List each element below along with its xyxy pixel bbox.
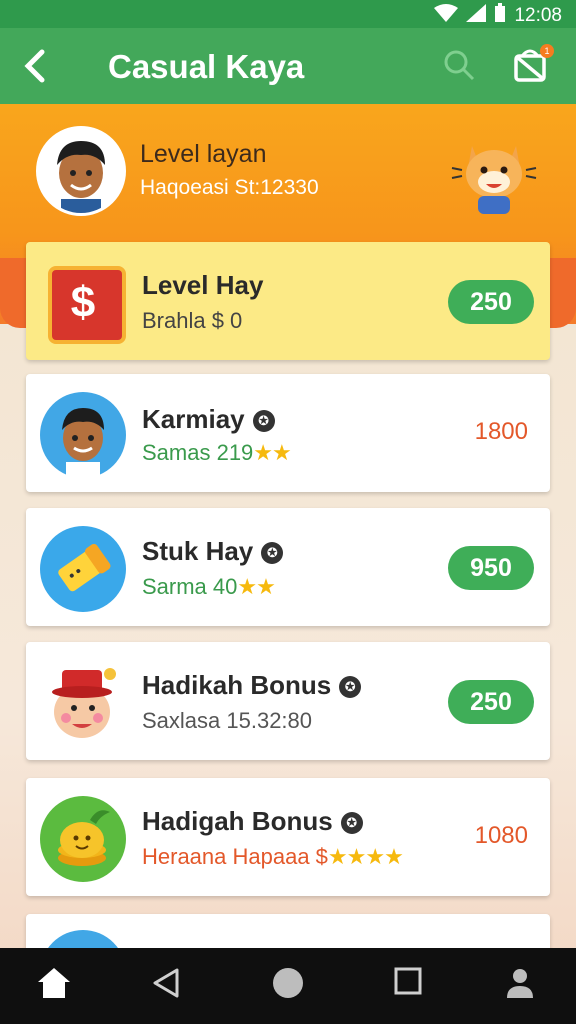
home-icon bbox=[38, 968, 70, 998]
dollar-icon: $ bbox=[48, 266, 126, 344]
avatar[interactable] bbox=[36, 126, 126, 216]
card-title: Level Hay bbox=[142, 270, 264, 300]
list-item[interactable]: $ Level Hay Brahla $ 0 250 bbox=[26, 242, 550, 360]
back-triangle-icon bbox=[153, 968, 179, 998]
mascot-cat-icon bbox=[446, 128, 542, 218]
square-icon bbox=[394, 967, 422, 995]
back-nav-button[interactable] bbox=[144, 966, 188, 1006]
card-title: Hadigah Bonus ✪ bbox=[142, 806, 363, 837]
search-button[interactable] bbox=[442, 48, 482, 88]
circle-icon bbox=[273, 968, 303, 998]
star-rating: ★★★★ bbox=[327, 844, 404, 869]
profile-nav-button[interactable] bbox=[498, 966, 542, 1006]
signal-icon bbox=[466, 4, 487, 28]
card-subtitle: Brahla $ 0 bbox=[142, 308, 243, 333]
card-title: Hadikah Bonus ✪ bbox=[142, 670, 362, 701]
wifi-icon bbox=[434, 4, 459, 28]
notification-badge: 1 bbox=[540, 44, 554, 58]
person-avatar-icon bbox=[39, 129, 123, 213]
list-item[interactable]: Hadikah Bonus ✪ Saxlasa 15.32:80 250 bbox=[26, 642, 550, 760]
gift-button[interactable]: 1 bbox=[512, 44, 556, 90]
list-item[interactable]: Karmiay ✪ Samas 219★★ 1800 bbox=[26, 374, 550, 492]
star-rating: ★★ bbox=[253, 440, 291, 465]
card-subtitle: Saxlasa 15.32:80 bbox=[142, 708, 313, 733]
card-subtitle: Samas 219★★ bbox=[142, 440, 292, 465]
profile-subtitle: Haqoeasi St:12330 bbox=[140, 176, 319, 199]
page-title: Casual Kaya bbox=[108, 48, 305, 85]
back-button[interactable] bbox=[20, 44, 60, 88]
person-icon bbox=[507, 969, 533, 998]
value-text: 1080 bbox=[474, 822, 528, 849]
app-bar: Casual Kaya 1 bbox=[0, 28, 576, 104]
coins-icon bbox=[40, 796, 126, 882]
card-subtitle: Heraana Hapaaa $★★★★ bbox=[142, 844, 404, 869]
battery-icon bbox=[494, 3, 506, 29]
value-pill[interactable]: 950 bbox=[448, 546, 534, 590]
card-title: Karmiay ✪ bbox=[142, 404, 275, 435]
list-item[interactable]: Stuk Hay ✪ Sarma 40★★ 950 bbox=[26, 508, 550, 626]
search-icon bbox=[444, 50, 475, 81]
card-title: Stuk Hay ✪ bbox=[142, 536, 284, 567]
value-pill[interactable]: 250 bbox=[448, 280, 534, 324]
profile-header: Level layan Haqoeasi St:12330 bbox=[0, 104, 576, 244]
person-avatar-icon bbox=[40, 392, 126, 478]
status-time: 12:08 bbox=[514, 5, 562, 26]
verified-badge-icon: ✪ bbox=[261, 542, 284, 565]
status-bar: 12:08 bbox=[0, 0, 576, 28]
verified-badge-icon: ✪ bbox=[252, 410, 275, 433]
svg-text:$: $ bbox=[71, 278, 95, 327]
clown-icon bbox=[40, 660, 126, 746]
value-text: 1800 bbox=[474, 418, 528, 445]
star-rating: ★★ bbox=[237, 574, 275, 599]
card-subtitle: Sarma 40★★ bbox=[142, 574, 276, 599]
list-item[interactable]: Hadigah Bonus ✪ Heraana Hapaaa $★★★★ 1080 bbox=[26, 778, 550, 896]
profile-name: Level layan bbox=[140, 140, 267, 168]
chevron-left-icon bbox=[24, 49, 45, 83]
recents-button[interactable] bbox=[386, 966, 430, 1006]
home-circle-button[interactable] bbox=[266, 966, 310, 1006]
verified-badge-icon: ✪ bbox=[339, 676, 362, 699]
value-pill[interactable]: 250 bbox=[448, 680, 534, 724]
home-button[interactable] bbox=[32, 966, 76, 1006]
verified-badge-icon: ✪ bbox=[340, 812, 363, 835]
sponge-icon bbox=[40, 526, 126, 612]
system-nav-bar bbox=[0, 948, 576, 1024]
